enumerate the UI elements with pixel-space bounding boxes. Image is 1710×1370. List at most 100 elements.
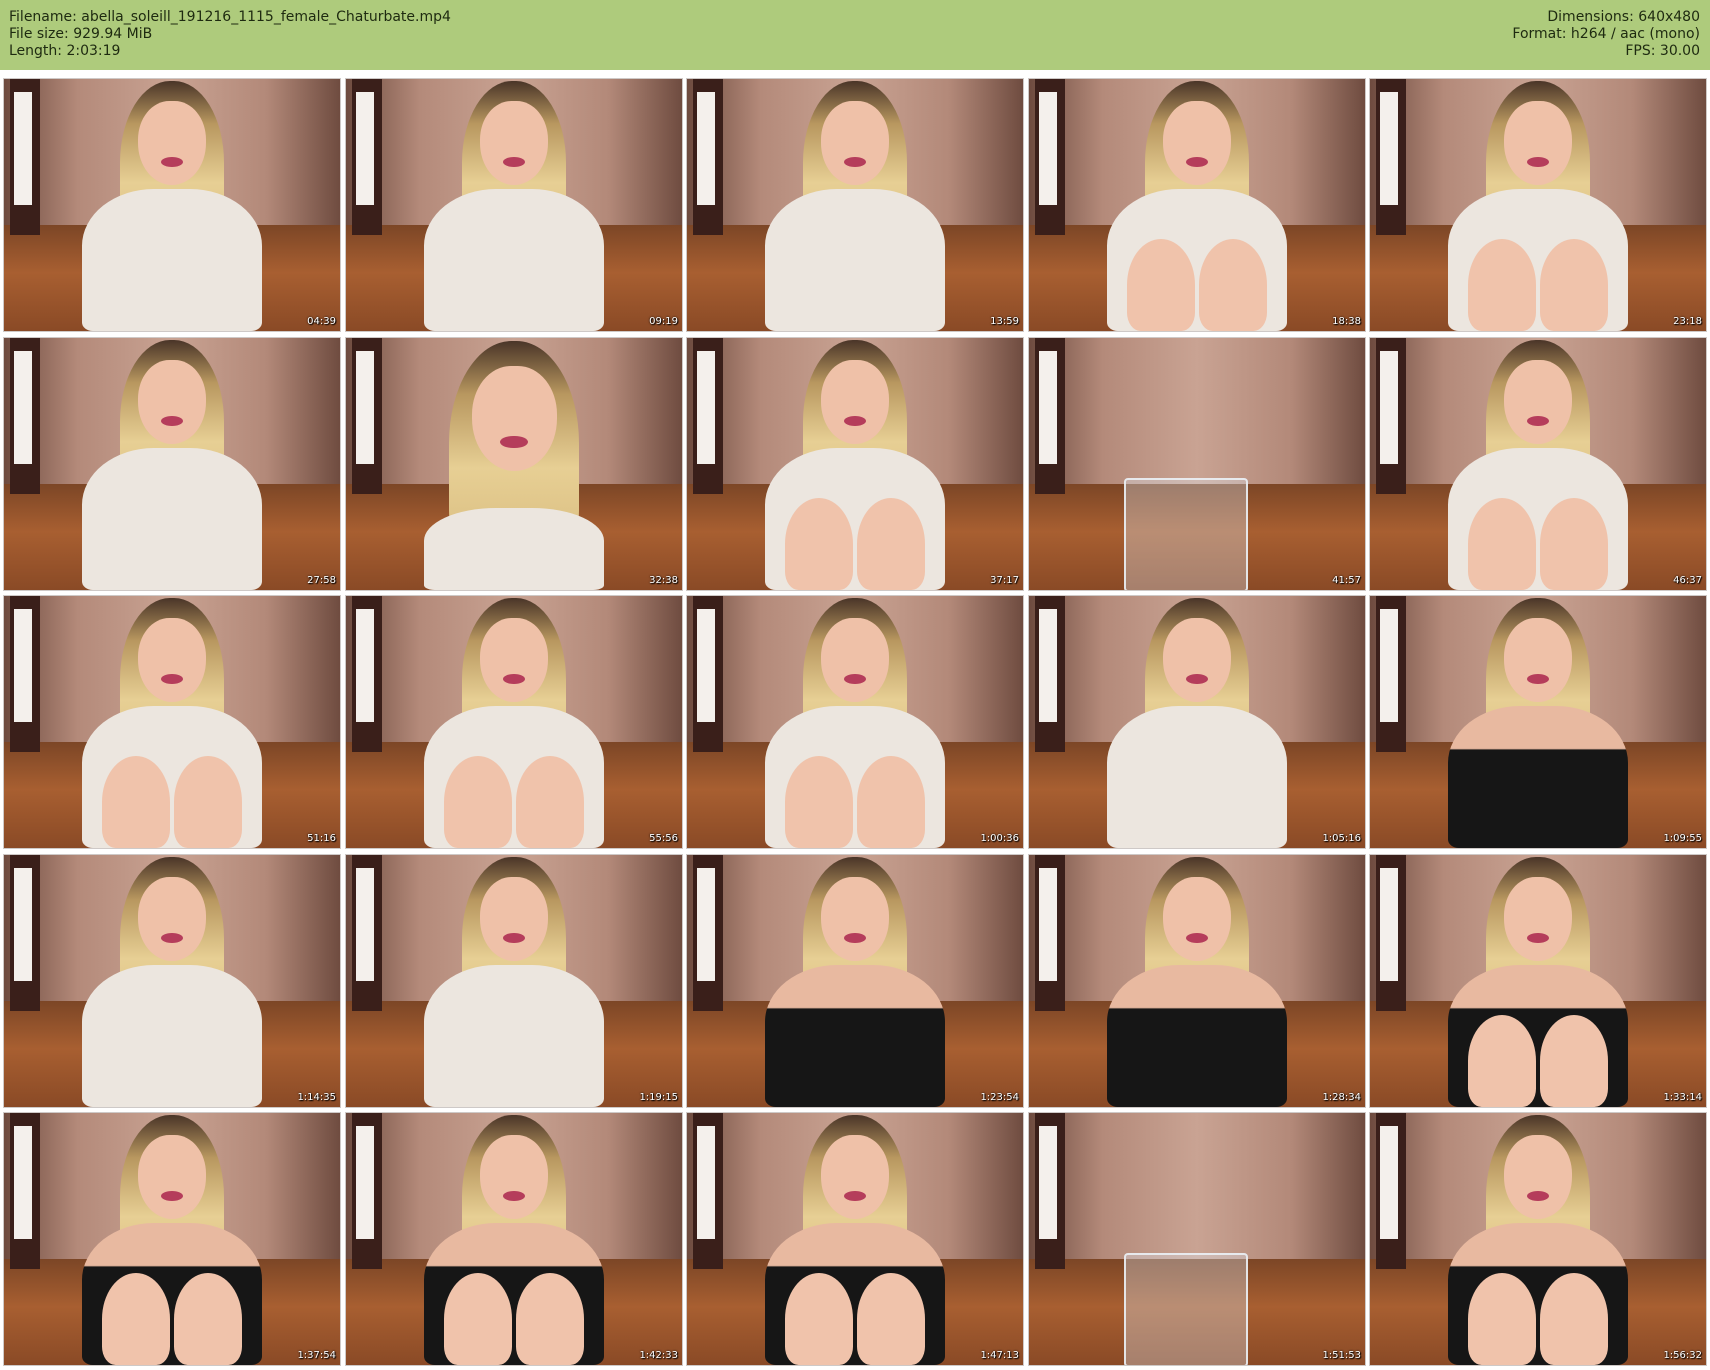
thumbnail-frame[interactable]: 51:16 <box>4 596 340 848</box>
window-light <box>1039 867 1057 981</box>
filesize-label: File size: 929.94 MiB <box>9 26 153 42</box>
thumbnail-frame[interactable]: 04:39 <box>4 79 340 331</box>
thumbnail-frame[interactable]: 1:23:54 <box>687 855 1023 1107</box>
lips <box>844 674 866 684</box>
thumbnail-frame[interactable]: 1:37:54 <box>4 1113 340 1365</box>
knees <box>516 756 584 848</box>
window-light <box>356 91 374 205</box>
black-top <box>1107 965 1287 1107</box>
person-figure <box>745 596 965 848</box>
face <box>821 101 889 185</box>
face <box>1163 877 1231 961</box>
lips <box>1527 157 1549 167</box>
person-figure <box>62 1113 282 1365</box>
white-sweater <box>1107 706 1287 848</box>
window-light <box>14 350 32 464</box>
knees <box>785 756 853 848</box>
white-sweater <box>82 189 262 331</box>
lips <box>161 1191 183 1201</box>
thumbnail-frame[interactable]: 46:37 <box>1370 338 1706 590</box>
thumbnail-timestamp: 13:59 <box>990 316 1019 327</box>
filename-label: Filename: abella_soleill_191216_1115_fem… <box>9 9 451 25</box>
thumbnail-frame[interactable]: 1:56:32 <box>1370 1113 1706 1365</box>
thumbnail-frame[interactable]: 1:33:14 <box>1370 855 1706 1107</box>
thumbnail-frame[interactable]: 1:09:55 <box>1370 596 1706 848</box>
thumbnail-frame[interactable]: 1:47:13 <box>687 1113 1023 1365</box>
thumbnail-timestamp: 51:16 <box>307 833 336 844</box>
lips <box>1527 416 1549 426</box>
face <box>1504 101 1572 185</box>
thumbnail-frame[interactable]: 1:51:53 <box>1029 1113 1365 1365</box>
window-light <box>1039 91 1057 205</box>
person-figure <box>745 79 965 331</box>
knees <box>1468 498 1536 590</box>
lips <box>844 416 866 426</box>
knees <box>1468 1015 1536 1107</box>
thumbnail-frame[interactable]: 37:17 <box>687 338 1023 590</box>
thumbnail-frame[interactable]: 1:00:36 <box>687 596 1023 848</box>
face <box>821 877 889 961</box>
face <box>138 1135 206 1219</box>
person-figure <box>404 596 624 848</box>
window-light <box>356 350 374 464</box>
thumbnail-frame[interactable]: 55:56 <box>346 596 682 848</box>
thumbnail-frame[interactable]: 23:18 <box>1370 79 1706 331</box>
window-light <box>1380 608 1398 722</box>
thumbnail-frame[interactable]: 32:38 <box>346 338 682 590</box>
thumbnail-frame[interactable]: 1:14:35 <box>4 855 340 1107</box>
thumbnail-timestamp: 41:57 <box>1332 575 1361 586</box>
thumbnail-timestamp: 09:19 <box>649 316 678 327</box>
thumbnail-frame[interactable]: 1:05:16 <box>1029 596 1365 848</box>
dimensions-label: Dimensions: 640x480 <box>1547 9 1700 25</box>
face <box>1163 618 1231 702</box>
face <box>1163 101 1231 185</box>
clear-chair <box>1124 1253 1248 1365</box>
thumbnail-frame[interactable]: 1:42:33 <box>346 1113 682 1365</box>
thumbnail-frame[interactable]: 1:28:34 <box>1029 855 1365 1107</box>
lips <box>503 1191 525 1201</box>
white-sweater <box>82 448 262 590</box>
person-figure <box>745 855 965 1107</box>
face <box>480 101 548 185</box>
face <box>1504 1135 1572 1219</box>
person-figure <box>1087 79 1307 331</box>
white-sweater <box>424 189 604 331</box>
lips <box>844 933 866 943</box>
person-figure <box>1428 79 1648 331</box>
thumbnail-frame[interactable]: 1:19:15 <box>346 855 682 1107</box>
thumbnail-frame[interactable]: 27:58 <box>4 338 340 590</box>
lips <box>161 933 183 943</box>
knees <box>857 1273 925 1365</box>
thumbnail-timestamp: 18:38 <box>1332 316 1361 327</box>
thumbnail-timestamp: 1:00:36 <box>980 833 1019 844</box>
window-light <box>697 608 715 722</box>
person-figure <box>1428 855 1648 1107</box>
window-light <box>14 91 32 205</box>
window-light <box>14 1125 32 1239</box>
thumbnail-frame[interactable]: 18:38 <box>1029 79 1365 331</box>
knees <box>444 1273 512 1365</box>
knees <box>1468 239 1536 331</box>
thumbnail-timestamp: 55:56 <box>649 833 678 844</box>
thumbnail-frame[interactable]: 41:57 <box>1029 338 1365 590</box>
thumbnail-frame[interactable]: 13:59 <box>687 79 1023 331</box>
thumbnail-frame[interactable]: 09:19 <box>346 79 682 331</box>
white-sweater <box>82 965 262 1107</box>
thumbnail-timestamp: 46:37 <box>1673 575 1702 586</box>
thumbnail-timestamp: 1:56:32 <box>1663 1350 1702 1361</box>
knees <box>785 498 853 590</box>
lips <box>844 157 866 167</box>
face <box>480 877 548 961</box>
room-wall <box>1029 1113 1365 1260</box>
thumbnail-timestamp: 1:47:13 <box>980 1350 1019 1361</box>
knees <box>785 1273 853 1365</box>
thumbnail-timestamp: 1:51:53 <box>1322 1350 1361 1361</box>
file-info-right: Dimensions: 640x480 Format: h264 / aac (… <box>1512 9 1700 60</box>
thumbnail-timestamp: 32:38 <box>649 575 678 586</box>
lips <box>844 1191 866 1201</box>
face <box>138 101 206 185</box>
person-figure <box>404 1113 624 1365</box>
window-light <box>1380 867 1398 981</box>
knees <box>1540 1015 1608 1107</box>
person-figure <box>745 1113 965 1365</box>
